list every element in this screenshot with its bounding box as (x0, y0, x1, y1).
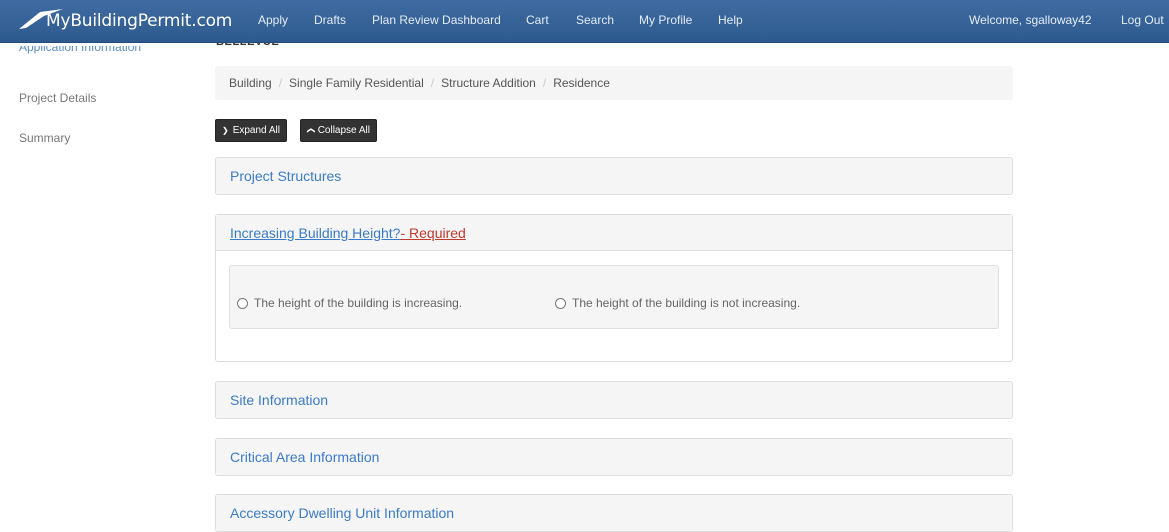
nav-cart[interactable]: Cart (526, 13, 549, 27)
panel-title: Accessory Dwelling Unit Information (230, 505, 455, 521)
radio-height-not-increasing[interactable]: The height of the building is not increa… (555, 296, 800, 310)
radio-label: The height of the building is increasing… (254, 296, 463, 310)
radio-circle-icon (237, 297, 248, 309)
panel-title: Critical Area Information (230, 449, 380, 465)
breadcrumb-single-family-residential[interactable]: Single Family Residential (289, 76, 424, 90)
required-label: - Required (400, 224, 466, 241)
expand-all-label: Expand All (232, 125, 280, 136)
welcome-user[interactable]: Welcome, sgalloway42 (969, 13, 1092, 27)
nav-plan-review-dashboard[interactable]: Plan Review Dashboard (372, 13, 501, 27)
panel-title: Site Information (230, 392, 329, 408)
panel-accessory-dwelling-unit: Accessory Dwelling Unit Information (215, 494, 1013, 532)
radio-group: The height of the building is increasing… (229, 265, 999, 329)
breadcrumb: Building / Single Family Residential / S… (215, 66, 1013, 100)
breadcrumb-separator: / (542, 76, 547, 90)
nav-search[interactable]: Search (576, 13, 614, 27)
radio-label: The height of the building is not increa… (572, 296, 801, 310)
nav-apply[interactable]: Apply (258, 13, 288, 27)
top-navbar: MyBuildingPermit.com Apply Drafts Plan R… (0, 0, 1169, 43)
panel-header-project-structures[interactable]: Project Structures (216, 158, 1012, 194)
panel-body: The height of the building is increasing… (216, 251, 1012, 361)
panel-critical-area: Critical Area Information (215, 438, 1013, 476)
breadcrumb-residence: Residence (553, 76, 610, 90)
panel-title: Project Structures (230, 168, 342, 184)
nav-my-profile[interactable]: My Profile (639, 13, 692, 27)
brand-name: MyBuildingPermit.com (46, 11, 233, 31)
roof-logo-icon (19, 9, 63, 29)
panel-header-building-height[interactable]: Increasing Building Height? - Required (216, 215, 1012, 251)
chevron-down-icon: ❯ (222, 126, 229, 135)
breadcrumb-separator: / (430, 76, 435, 90)
panel-building-height: Increasing Building Height? - Required T… (215, 214, 1013, 362)
sidebar-item-project-details[interactable]: Project Details (19, 91, 96, 105)
panel-title: Increasing Building Height? (230, 224, 401, 241)
chevron-up-icon: ❯ (305, 127, 315, 134)
breadcrumb-building[interactable]: Building (229, 76, 272, 90)
panel-header-accessory-dwelling-unit[interactable]: Accessory Dwelling Unit Information (216, 495, 1012, 531)
brand-logo[interactable]: MyBuildingPermit.com (18, 6, 232, 36)
logout-link[interactable]: Log Out (1121, 13, 1164, 27)
nav-drafts[interactable]: Drafts (314, 13, 346, 27)
panel-site-information: Site Information (215, 381, 1013, 419)
panel-header-site-information[interactable]: Site Information (216, 382, 1012, 418)
radio-circle-icon (555, 297, 566, 309)
collapse-all-label: Collapse All (317, 125, 370, 136)
radio-height-increasing[interactable]: The height of the building is increasing… (237, 296, 462, 310)
collapse-all-button[interactable]: ❯ Collapse All (300, 119, 377, 142)
panel-header-critical-area[interactable]: Critical Area Information (216, 439, 1012, 475)
breadcrumb-separator: / (278, 76, 283, 90)
expand-all-button[interactable]: ❯ Expand All (215, 119, 287, 142)
panel-project-structures: Project Structures (215, 157, 1013, 195)
nav-help[interactable]: Help (718, 13, 743, 27)
breadcrumb-structure-addition[interactable]: Structure Addition (441, 76, 536, 90)
sidebar-item-summary[interactable]: Summary (19, 131, 70, 145)
